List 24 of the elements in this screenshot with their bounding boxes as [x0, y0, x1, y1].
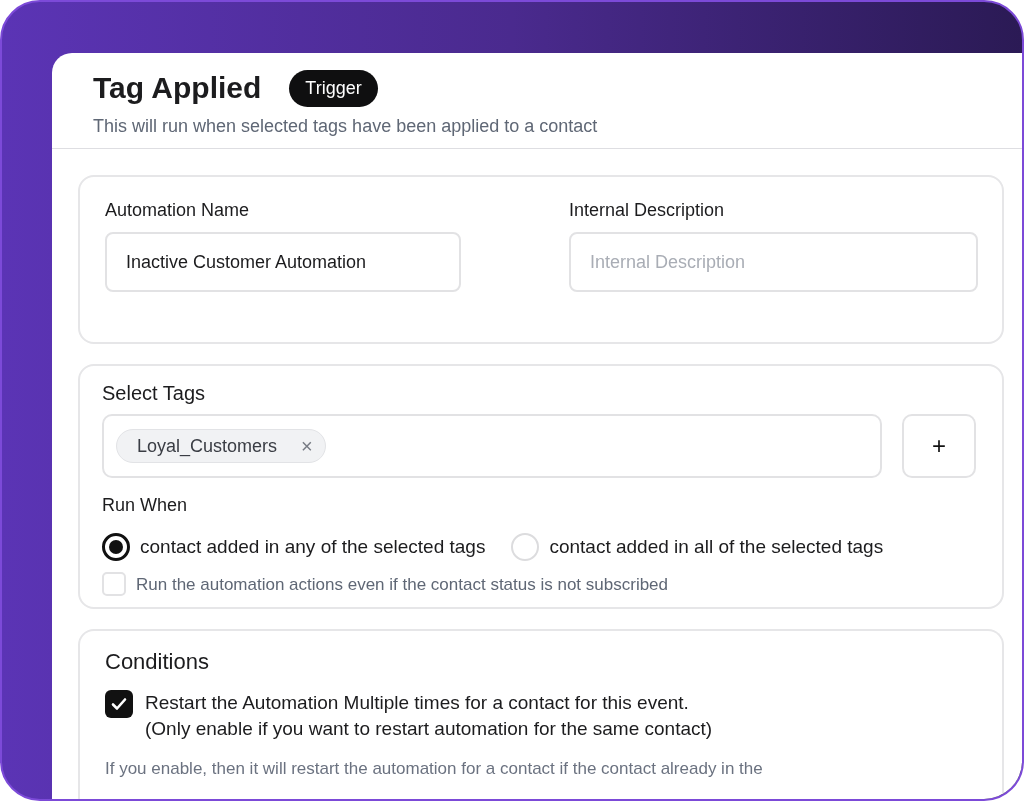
run-when-label: Run When [102, 494, 189, 517]
page-subtitle: This will run when selected tags have been applied to a contact [93, 115, 599, 138]
input-field[interactable]: Internal Description [569, 232, 978, 292]
checkmark-icon [110, 695, 128, 713]
checkbox-label: Run the automation actions even if the contact status is not subscribed [136, 573, 669, 596]
remove-tag-button[interactable]: × [301, 436, 313, 456]
checkbox[interactable] [105, 690, 133, 718]
checkbox[interactable] [102, 572, 126, 597]
radio-label: contact added in all of the selected tags [549, 535, 884, 559]
field-label: Internal Description [569, 199, 726, 222]
input-field[interactable]: Inactive Customer Automation [105, 232, 461, 292]
checkbox-label: (Only enable if you want to restart automation for the same contact) [145, 717, 713, 741]
tag-label: Loyal_Customers [137, 434, 278, 459]
radio-label: contact added in any of the selected tags [140, 535, 486, 559]
tag-input-field[interactable]: Loyal_Customers × [102, 414, 882, 478]
page-title: Tag Applied [93, 70, 262, 106]
section-label: Select Tags [102, 381, 207, 406]
radio-button[interactable] [102, 533, 130, 562]
trigger-badge: Trigger [289, 69, 378, 107]
add-tag-button[interactable]: + [902, 414, 976, 478]
section-title: Conditions [105, 648, 210, 676]
field-label: Automation Name [105, 199, 251, 222]
note-text: If you enable, then it will restart the automation for a contact if the contact already in the [105, 758, 764, 780]
checkbox-label: Restart the Automation Multiple times for a contact for this event. [145, 691, 690, 715]
